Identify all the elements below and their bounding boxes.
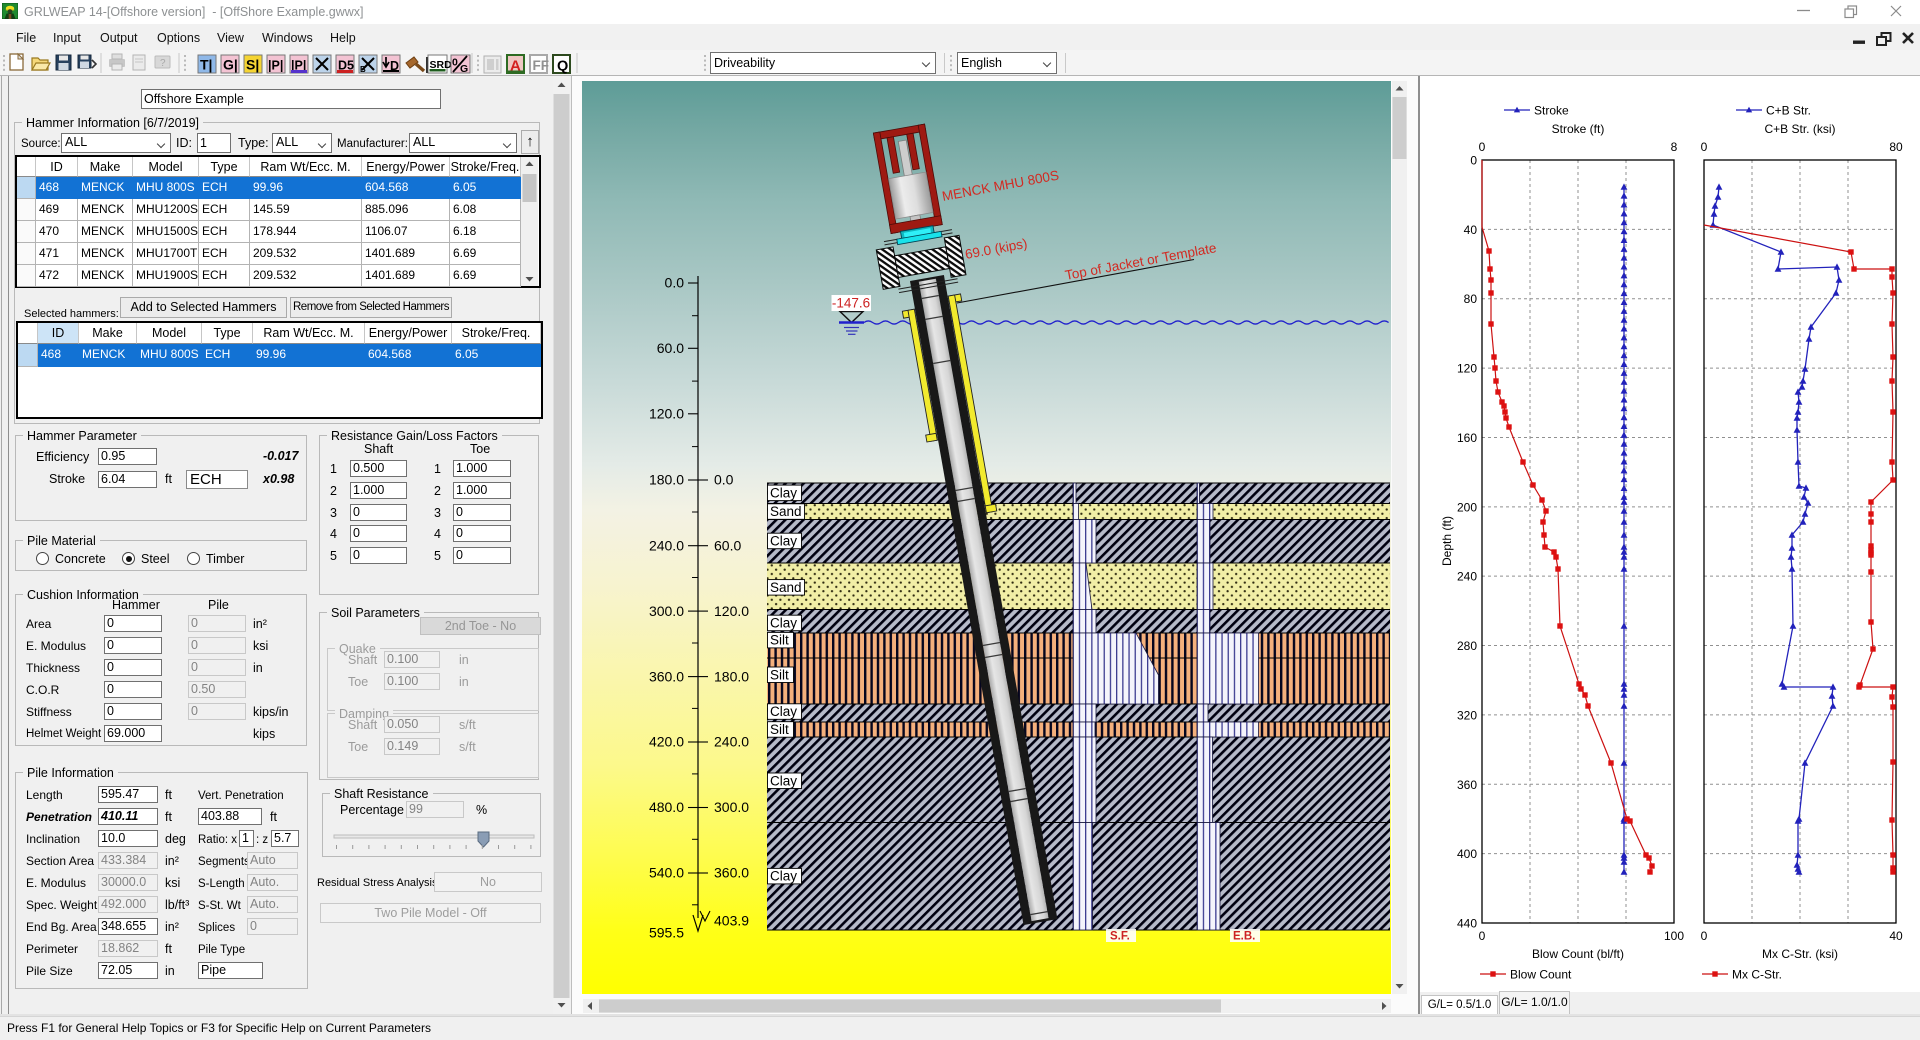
svg-text:0: 0 bbox=[1470, 154, 1477, 168]
svg-text:160: 160 bbox=[1457, 431, 1477, 445]
svg-text:400: 400 bbox=[1457, 847, 1477, 861]
svg-text:Silt: Silt bbox=[770, 722, 789, 737]
svg-text:Silt: Silt bbox=[770, 633, 789, 648]
svg-text:G|: G| bbox=[223, 57, 238, 73]
svg-text:300.0: 300.0 bbox=[649, 603, 684, 619]
svg-text:595.5: 595.5 bbox=[649, 925, 684, 941]
svg-text:120.0: 120.0 bbox=[649, 406, 684, 422]
svg-text:Silt: Silt bbox=[770, 667, 789, 682]
svg-text:440: 440 bbox=[1457, 917, 1477, 931]
svg-text:200: 200 bbox=[1457, 500, 1477, 514]
svg-text:Blow Count (bl/ft): Blow Count (bl/ft) bbox=[1532, 947, 1624, 961]
svg-text:Sand: Sand bbox=[770, 504, 802, 519]
svg-text:0: 0 bbox=[1701, 140, 1708, 154]
svg-text:60.0: 60.0 bbox=[714, 537, 741, 553]
svg-text:240.0: 240.0 bbox=[714, 734, 749, 750]
svg-text:Clay: Clay bbox=[770, 704, 797, 719]
svg-text:Depth (ft): Depth (ft) bbox=[1440, 516, 1454, 566]
svg-text:C+B Str.: C+B Str. bbox=[1766, 104, 1811, 118]
svg-text:-147.6: -147.6 bbox=[832, 296, 870, 311]
svg-text:E.B.: E.B. bbox=[1233, 931, 1255, 943]
svg-text:Sand: Sand bbox=[770, 580, 802, 595]
svg-text:B: B bbox=[360, 65, 366, 74]
svg-text:C+B Str. (ksi): C+B Str. (ksi) bbox=[1764, 122, 1835, 136]
svg-text:540.0: 540.0 bbox=[649, 865, 684, 881]
svg-text:G: G bbox=[460, 63, 468, 75]
svg-text:Mx C-Str. (ksi): Mx C-Str. (ksi) bbox=[1762, 947, 1838, 961]
svg-text:Clay: Clay bbox=[770, 485, 797, 500]
svg-text:Blow Count: Blow Count bbox=[1510, 968, 1572, 982]
svg-text:8: 8 bbox=[1671, 140, 1678, 154]
svg-text:Clay: Clay bbox=[770, 773, 797, 788]
svg-text:320: 320 bbox=[1457, 708, 1477, 722]
svg-text:T|: T| bbox=[200, 57, 212, 73]
svg-text:Clay: Clay bbox=[770, 534, 797, 549]
svg-text:360.0: 360.0 bbox=[714, 865, 749, 881]
svg-text:Stroke (ft): Stroke (ft) bbox=[1552, 122, 1605, 136]
svg-text:180.0: 180.0 bbox=[649, 472, 684, 488]
svg-text:40: 40 bbox=[1464, 223, 1478, 237]
svg-text:180.0: 180.0 bbox=[714, 668, 749, 684]
svg-text:40: 40 bbox=[1889, 929, 1903, 943]
svg-text:Clay: Clay bbox=[770, 616, 797, 631]
svg-text:0: 0 bbox=[1479, 140, 1486, 154]
svg-text:300.0: 300.0 bbox=[714, 799, 749, 815]
svg-text:S|: S| bbox=[246, 57, 259, 73]
svg-text:Stroke: Stroke bbox=[1534, 104, 1569, 118]
svg-text:Q: Q bbox=[557, 59, 568, 75]
svg-text:|P|: |P| bbox=[268, 59, 283, 73]
svg-text:Mx C-Str.: Mx C-Str. bbox=[1732, 968, 1782, 982]
svg-text:0: 0 bbox=[1479, 929, 1486, 943]
svg-text:0.0: 0.0 bbox=[714, 472, 734, 488]
svg-text:240: 240 bbox=[1457, 570, 1477, 584]
svg-text:60.0: 60.0 bbox=[657, 340, 684, 356]
svg-text:FF: FF bbox=[533, 58, 550, 73]
svg-text:420.0: 420.0 bbox=[649, 734, 684, 750]
svg-text:100: 100 bbox=[1664, 929, 1684, 943]
svg-text:S.F.: S.F. bbox=[1110, 931, 1130, 943]
svg-text:120: 120 bbox=[1457, 362, 1477, 376]
svg-text:?: ? bbox=[160, 58, 166, 69]
svg-text:240.0: 240.0 bbox=[649, 537, 684, 553]
svg-text:480.0: 480.0 bbox=[649, 799, 684, 815]
svg-text:80: 80 bbox=[1464, 292, 1478, 306]
svg-text:360.0: 360.0 bbox=[649, 668, 684, 684]
svg-text:360: 360 bbox=[1457, 778, 1477, 792]
svg-text:Clay: Clay bbox=[770, 869, 797, 884]
svg-text:120.0: 120.0 bbox=[714, 603, 749, 619]
svg-text:0: 0 bbox=[1701, 929, 1708, 943]
svg-text:280: 280 bbox=[1457, 639, 1477, 653]
svg-text:0.0: 0.0 bbox=[665, 275, 685, 291]
svg-text:403.9: 403.9 bbox=[714, 913, 749, 929]
svg-text:80: 80 bbox=[1889, 140, 1903, 154]
